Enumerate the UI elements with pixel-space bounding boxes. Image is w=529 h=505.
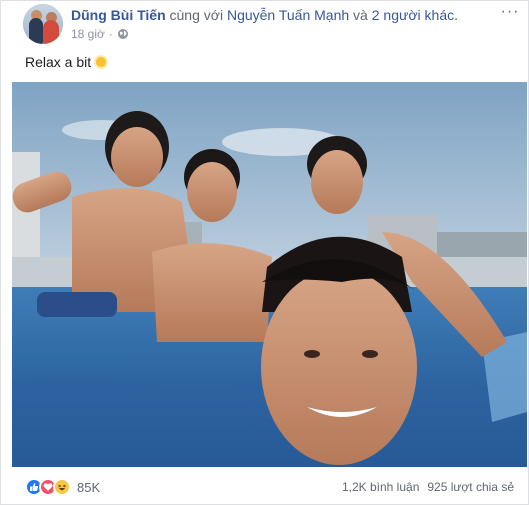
sun-emoji-icon xyxy=(94,55,109,69)
others-link[interactable]: 2 người khác. xyxy=(372,7,458,23)
with-text: cùng với xyxy=(165,7,227,23)
caption-text: Relax a bit xyxy=(25,54,92,70)
more-options-button[interactable]: ··· xyxy=(499,3,521,23)
comments-count-link[interactable]: 1,2K bình luận xyxy=(342,480,419,494)
timestamp-link[interactable]: 18 giờ xyxy=(71,27,105,41)
globe-icon[interactable] xyxy=(117,28,129,40)
post-photo[interactable] xyxy=(12,82,527,467)
author-avatar[interactable] xyxy=(23,4,63,44)
and-text: và xyxy=(349,7,372,23)
post-meta: 18 giờ · xyxy=(71,27,129,41)
post-footer: 85K 1,2K bình luận 925 lượt chia sẻ xyxy=(1,467,529,505)
reactions-summary[interactable]: 85K xyxy=(25,478,100,496)
post-caption: Relax a bit xyxy=(25,54,109,70)
reaction-count[interactable]: 85K xyxy=(77,480,100,495)
feed-post: Dũng Bùi Tiến cùng với Nguyễn Tuấn Mạnh … xyxy=(0,0,529,505)
haha-reaction-icon xyxy=(53,478,71,496)
post-stats: 1,2K bình luận 925 lượt chia sẻ xyxy=(342,480,514,494)
tagged-person-link[interactable]: Nguyễn Tuấn Mạnh xyxy=(227,7,349,23)
shares-count-link[interactable]: 925 lượt chia sẻ xyxy=(427,480,514,494)
post-header: Dũng Bùi Tiến cùng với Nguyễn Tuấn Mạnh … xyxy=(71,7,458,23)
pool-selfie-image xyxy=(12,82,527,467)
author-name-link[interactable]: Dũng Bùi Tiến xyxy=(71,7,166,23)
meta-separator: · xyxy=(108,27,113,41)
